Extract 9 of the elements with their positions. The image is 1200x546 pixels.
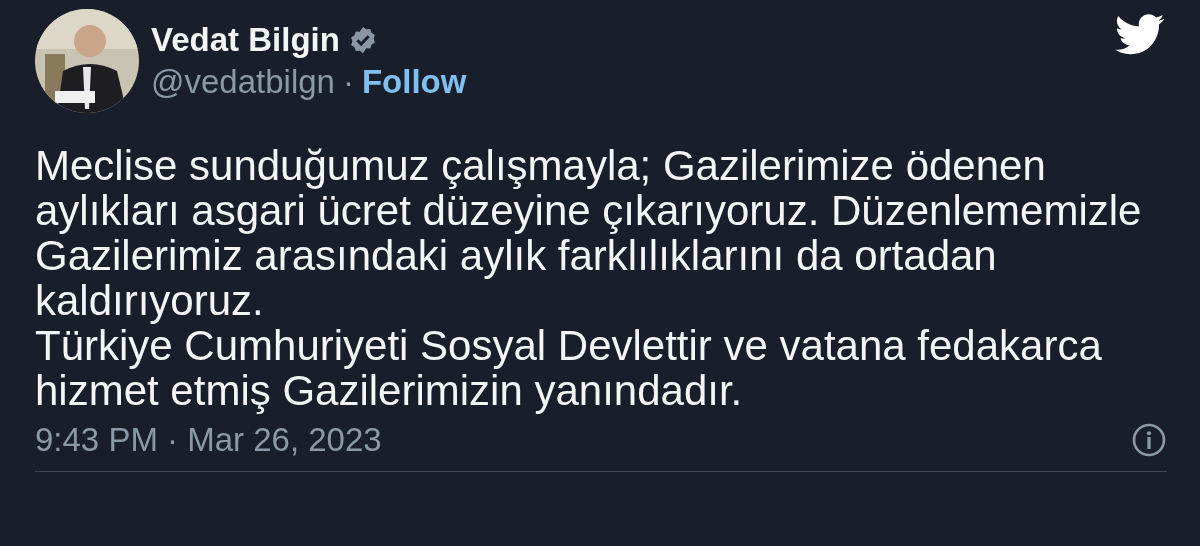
- bird-icon[interactable]: [1115, 14, 1165, 56]
- follow-link[interactable]: Follow: [361, 62, 467, 101]
- author-handle: @vedatbilgn: [151, 62, 335, 101]
- author-name: Vedat Bilgin: [151, 20, 340, 59]
- tweet-text: Türkiye Cumhuriyeti Sosyal Devlettir ve vatana fedakarca hizmet etmiş Gazilerimizin yanındadır.: [35, 323, 1103, 413]
- timestamp: 9:43 PM · Mar 26, 2023: [35, 421, 382, 459]
- separator-dot: ·: [342, 62, 354, 101]
- tweet-text: Meclise sunduğumuz çalışmayla; Gazilerimize ödenen aylıkları asgari ücret düzeyine çıkarıyoruz. Düzenlememizle Gazilerimiz arasındaki aylık farklılıklarını da ortadan kaldırıyoruz.: [35, 143, 1143, 323]
- info-icon[interactable]: [1131, 422, 1167, 458]
